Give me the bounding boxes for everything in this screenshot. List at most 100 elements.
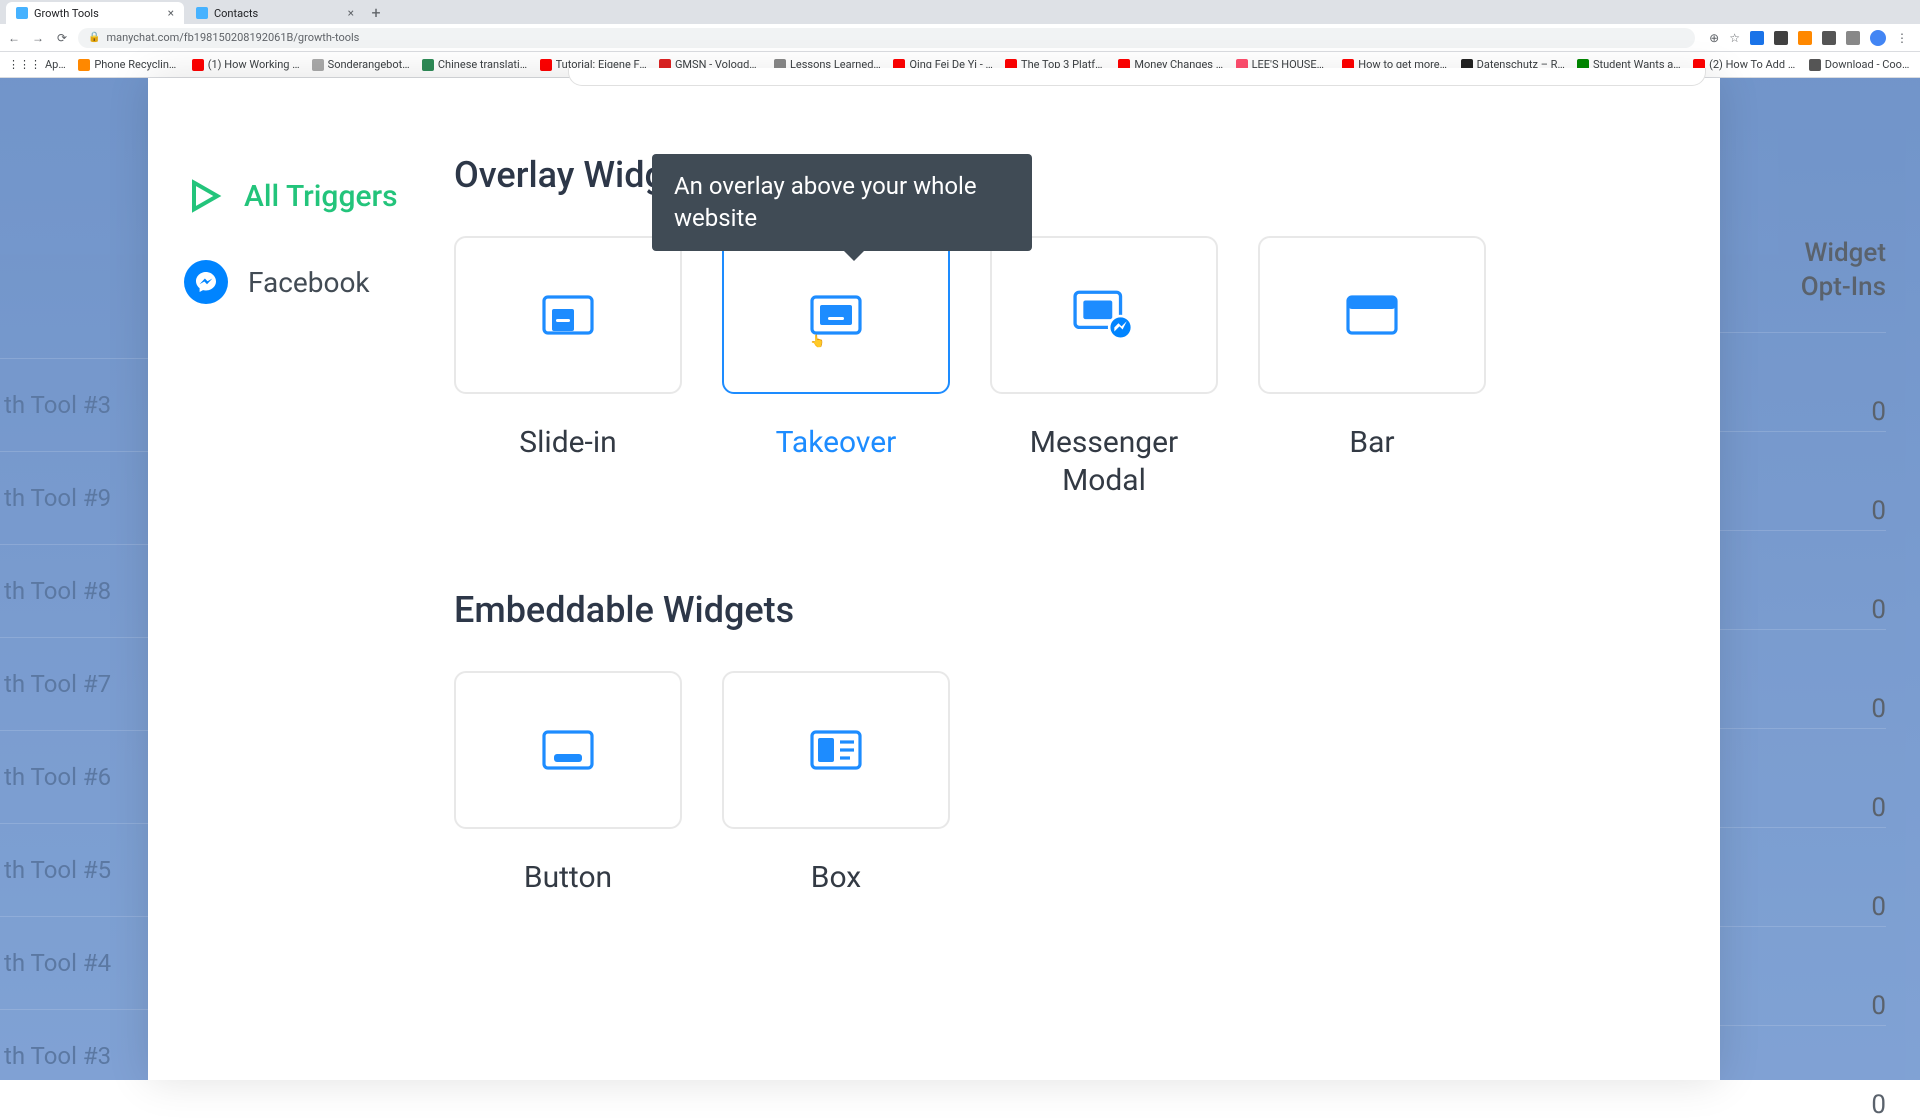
extension-icon[interactable] (1822, 31, 1836, 45)
widget-box[interactable]: Box (722, 671, 950, 897)
backdrop-optins-value: 0 (1720, 431, 1886, 526)
extension-icon[interactable] (1774, 31, 1788, 45)
widget-label: Box (722, 859, 950, 897)
bookmark-label: (2) How To Add A... (1709, 58, 1797, 71)
backdrop-optins-value: 0 (1720, 926, 1886, 1021)
panel-sidebar: All Triggers Facebook (148, 78, 438, 1080)
backdrop-tool-row: th Tool #8 (0, 544, 148, 637)
tab-title: Contacts (214, 7, 342, 20)
takeover-icon (810, 293, 862, 337)
extension-icon[interactable] (1846, 31, 1860, 45)
extension-icon[interactable] (1798, 31, 1812, 45)
close-tab-icon[interactable]: × (168, 6, 174, 20)
widget-label: Button (454, 859, 682, 897)
bookmark-item[interactable]: Download - Cooki... (1809, 58, 1912, 71)
bookmark-favicon (312, 59, 324, 71)
backdrop-tool-row: th Tool #6 (0, 730, 148, 823)
button-icon (542, 728, 594, 772)
tab-strip: Growth Tools × Contacts × + (0, 0, 1920, 24)
widget-card[interactable] (1258, 236, 1486, 394)
backdrop-tool-row: th Tool #9 (0, 451, 148, 544)
widget-card[interactable] (990, 236, 1218, 394)
backdrop-left-column: th Tool #3 th Tool #9 th Tool #8 th Tool… (0, 78, 148, 1080)
bookmark-label: Phone Recycling ... (94, 58, 179, 71)
bookmark-label: Chinese translatio... (438, 58, 528, 71)
apps-icon: ⋮⋮⋮ (8, 58, 41, 71)
bookmark-item[interactable]: Phone Recycling ... (78, 58, 179, 71)
profile-avatar[interactable] (1870, 30, 1886, 46)
widget-label: Messenger Modal (990, 424, 1218, 499)
browser-tab-contacts[interactable]: Contacts × (186, 2, 364, 24)
widget-takeover[interactable]: An overlay above your whole website 👆 Ta… (722, 236, 950, 499)
zoom-icon[interactable]: ⊕ (1709, 31, 1719, 45)
backdrop-optins-value: 0 (1720, 827, 1886, 922)
bookmark-favicon (78, 59, 90, 71)
widget-card[interactable] (722, 671, 950, 829)
bar-icon (1346, 293, 1398, 337)
bookmark-label: (1) How Working a... (208, 58, 300, 71)
widget-card[interactable]: An overlay above your whole website 👆 (722, 236, 950, 394)
backdrop-tool-row: th Tool #3 (0, 1009, 148, 1102)
box-icon (810, 728, 862, 772)
widget-selector-panel: All Triggers Facebook Overlay Widgets (148, 78, 1720, 1080)
backdrop-tool-row: th Tool #5 (0, 823, 148, 916)
bookmark-item[interactable]: (1) How Working a... (192, 58, 300, 71)
widget-label: Slide-in (454, 424, 682, 462)
back-button[interactable]: ← (6, 31, 22, 45)
widget-slide-in[interactable]: Slide-in (454, 236, 682, 499)
backdrop-right-header: Opt-Ins (1720, 268, 1886, 302)
overlay-widgets-row: Slide-in An overlay above your whole web… (454, 236, 1680, 499)
tooltip: An overlay above your whole website (652, 154, 1032, 251)
tab-favicon (16, 7, 28, 19)
backdrop-right-header: Widget (1720, 78, 1886, 268)
backdrop-optins-value: 0 (1720, 332, 1886, 427)
bookmark-favicon (1809, 59, 1821, 71)
widget-card[interactable] (454, 671, 682, 829)
panel-main: Overlay Widgets Slide-in An overlay a (438, 78, 1720, 1080)
widget-card[interactable] (454, 236, 682, 394)
embed-widgets-row: Button Box (454, 671, 1680, 897)
backdrop-optins-value: 0 (1720, 1025, 1886, 1120)
bookmark-item[interactable]: Sonderangebot! ... (312, 58, 410, 71)
widget-label: Bar (1258, 424, 1486, 462)
star-icon[interactable]: ☆ (1729, 31, 1740, 45)
widget-messenger-modal[interactable]: Messenger Modal (990, 236, 1218, 499)
url-text: manychat.com/fb198150208192061B/growth-t… (106, 31, 359, 44)
new-tab-button[interactable]: + (366, 2, 386, 24)
messenger-modal-icon (1073, 290, 1135, 340)
backdrop-right-column: Widget Opt-Ins 0 0 0 0 0 0 0 0 (1720, 78, 1920, 1080)
tab-favicon (196, 7, 208, 19)
browser-chrome: Growth Tools × Contacts × + ← → ⟳ 🔒 many… (0, 0, 1920, 78)
widget-label: Takeover (722, 424, 950, 462)
bookmark-favicon (540, 59, 552, 71)
kebab-menu-icon[interactable]: ⋮ (1896, 31, 1908, 45)
sidebar-item-all-triggers[interactable]: All Triggers (184, 154, 408, 238)
section-title-overlay: Overlay Widgets (454, 154, 1680, 196)
bookmark-item[interactable]: (2) How To Add A... (1693, 58, 1797, 71)
browser-toolbar: ← → ⟳ 🔒 manychat.com/fb198150208192061B/… (0, 24, 1920, 52)
cursor-icon: 👆 (810, 334, 825, 348)
apps-button[interactable]: ⋮⋮⋮ Apps (8, 58, 66, 71)
section-title-embed: Embeddable Widgets (454, 589, 1680, 631)
backdrop-optins-value: 0 (1720, 629, 1886, 724)
url-bar[interactable]: 🔒 manychat.com/fb198150208192061B/growth… (78, 28, 1695, 48)
lock-icon: 🔒 (88, 32, 100, 43)
bookmark-label: Download - Cooki... (1825, 58, 1912, 71)
widget-button[interactable]: Button (454, 671, 682, 897)
bookmark-label: Sonderangebot! ... (328, 58, 410, 71)
bookmark-favicon (192, 59, 204, 71)
sidebar-item-label: Facebook (248, 266, 370, 299)
extension-icon[interactable] (1750, 31, 1764, 45)
sidebar-item-facebook[interactable]: Facebook (184, 238, 408, 326)
bookmark-favicon (422, 59, 434, 71)
forward-button[interactable]: → (30, 31, 46, 45)
browser-tab-growth-tools[interactable]: Growth Tools × (6, 2, 184, 24)
bookmark-label: Apps (45, 58, 66, 71)
reload-button[interactable]: ⟳ (54, 31, 70, 45)
backdrop-tool-row: th Tool #3 (0, 358, 148, 451)
backdrop-optins-value: 0 (1720, 530, 1886, 625)
widget-bar[interactable]: Bar (1258, 236, 1486, 499)
close-tab-icon[interactable]: × (348, 6, 354, 20)
toolbar-actions: ⊕ ☆ ⋮ (1703, 30, 1914, 46)
bookmark-item[interactable]: Chinese translatio... (422, 58, 528, 71)
